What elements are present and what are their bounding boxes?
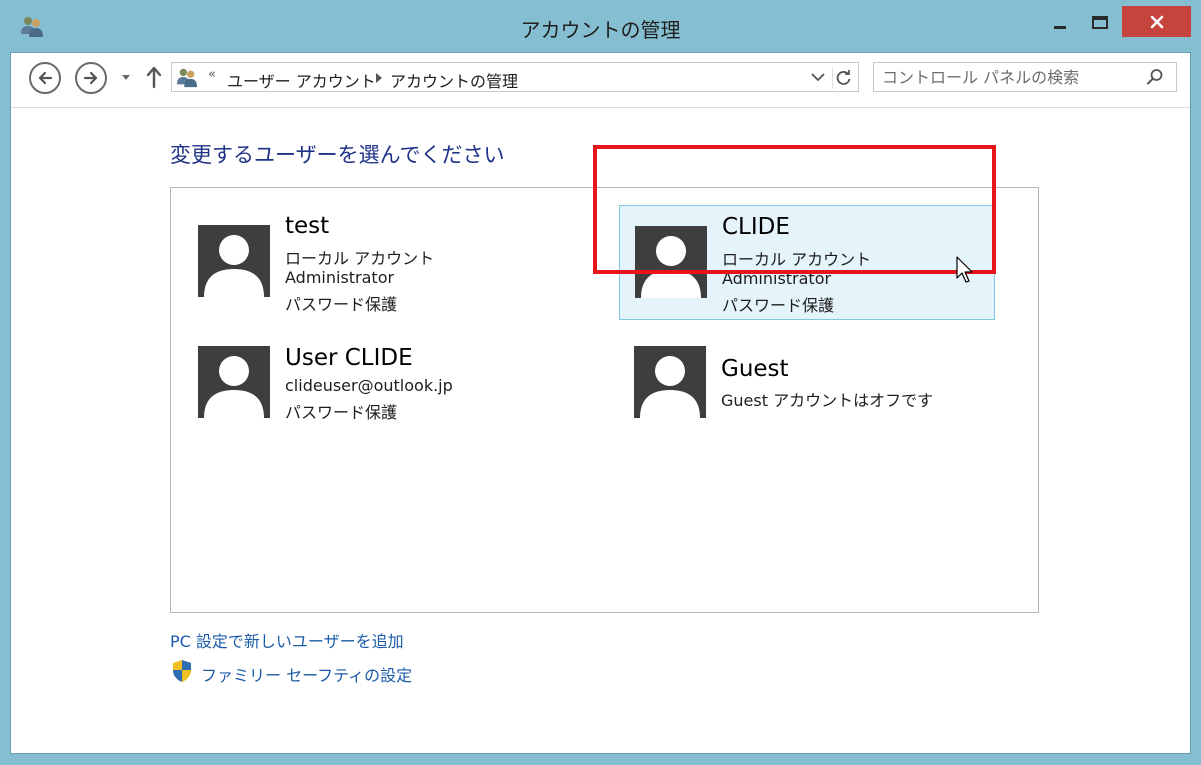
user-name: CLIDE <box>722 214 790 240</box>
forward-arrow-icon <box>83 71 98 85</box>
back-arrow-icon <box>38 71 53 85</box>
user-detail: ローカル アカウント <box>285 249 435 268</box>
address-dropdown-icon[interactable] <box>810 71 826 83</box>
user-name: Guest <box>721 356 789 382</box>
user-detail: ローカル アカウント <box>722 250 872 269</box>
maximize-icon <box>1092 16 1108 29</box>
user-detail: パスワード保護 <box>285 403 398 422</box>
maximize-button[interactable] <box>1080 6 1120 40</box>
recent-locations-dropdown-icon[interactable] <box>119 69 133 85</box>
breadcrumb-overflow[interactable]: « <box>208 67 216 82</box>
user-avatar-icon <box>635 226 707 298</box>
search-box[interactable] <box>873 62 1177 92</box>
shield-icon <box>173 660 191 682</box>
address-bar[interactable]: « ユーザー アカウント アカウントの管理 <box>171 62 859 92</box>
user-avatar-icon <box>198 346 270 418</box>
user-detail: Administrator <box>285 268 395 287</box>
window-frame: アカウントの管理 « ユーザー アカウント アカウントの管理 コントロール パネ… <box>0 0 1201 765</box>
minimize-icon <box>1054 26 1066 29</box>
user-detail: clideuser@outlook.jp <box>285 376 453 395</box>
user-tile-guest[interactable]: Guest Guest アカウントはオフです <box>619 334 1021 434</box>
user-avatar-icon <box>198 225 270 297</box>
search-icon[interactable] <box>1146 68 1164 86</box>
forward-button[interactable] <box>75 62 107 94</box>
title-bar[interactable]: アカウントの管理 <box>0 0 1201 52</box>
minimize-button[interactable] <box>1040 6 1080 40</box>
user-tile-clide[interactable]: CLIDE ローカル アカウント Administrator パスワード保護 <box>619 205 995 320</box>
page-heading: 変更するユーザーを選んでください <box>170 143 505 167</box>
search-input[interactable] <box>882 67 1142 87</box>
mouse-cursor-icon <box>956 256 973 283</box>
breadcrumb-manage-accounts[interactable]: アカウントの管理 <box>390 68 518 92</box>
user-detail: Administrator <box>722 269 832 288</box>
user-tile-test[interactable]: test ローカル アカウント Administrator パスワード保護 <box>187 204 589 320</box>
up-arrow-icon[interactable] <box>145 65 163 89</box>
user-detail: パスワード保護 <box>722 296 835 315</box>
user-name: test <box>285 213 330 239</box>
breadcrumb-user-accounts[interactable]: ユーザー アカウント <box>227 68 376 92</box>
user-name: User CLIDE <box>285 345 413 371</box>
back-button[interactable] <box>29 62 61 94</box>
add-user-link[interactable]: PC 設定で新しいユーザーを追加 <box>170 628 404 652</box>
family-safety-link[interactable]: ファミリー セーフティの設定 <box>201 662 412 686</box>
user-detail: パスワード保護 <box>285 295 398 314</box>
user-detail: Guest アカウントはオフです <box>721 391 934 410</box>
user-list: test ローカル アカウント Administrator パスワード保護 CL… <box>170 187 1039 613</box>
users-icon <box>176 68 198 88</box>
user-avatar-icon <box>634 346 706 418</box>
refresh-icon[interactable] <box>832 67 855 89</box>
window-title: アカウントの管理 <box>520 18 681 42</box>
navigation-bar: « ユーザー アカウント アカウントの管理 <box>11 53 1190 108</box>
client-area: « ユーザー アカウント アカウントの管理 変更するユーザーを選んでください t… <box>10 52 1191 754</box>
close-button[interactable] <box>1122 6 1191 37</box>
close-icon <box>1150 15 1163 28</box>
user-tile-user-clide[interactable]: User CLIDE clideuser@outlook.jp パスワード保護 <box>187 334 589 434</box>
breadcrumb-separator-icon[interactable] <box>376 73 382 83</box>
